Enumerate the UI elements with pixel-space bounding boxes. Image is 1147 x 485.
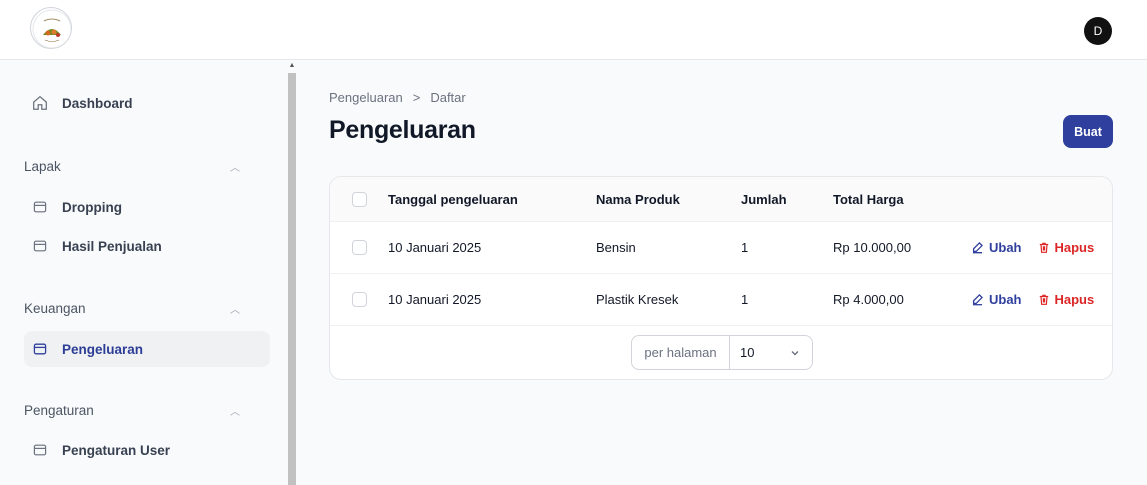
sidebar-item-pengaturan-user[interactable]: Pengaturan User [24,432,270,468]
table-header-row: Tanggal pengeluaran Nama Produk Jumlah T… [330,177,1112,222]
sidebar-item-label: Pengaturan User [62,442,171,458]
chevron-up-icon: ︿ [230,304,240,316]
breadcrumb-current: Daftar [430,90,466,105]
sidebar-item-label: Dropping [62,199,122,215]
sidebar-item-dropping[interactable]: Dropping [24,189,270,225]
archive-icon [30,440,50,460]
chevron-down-icon [791,350,799,355]
edit-icon [972,294,983,306]
row-checkbox[interactable] [352,240,367,255]
archive-icon [30,197,50,217]
cell-qty: 1 [741,240,749,255]
row-select-cell [352,222,367,273]
per-page-label: per halaman [632,336,730,369]
select-all-cell [352,177,367,221]
scrollbar-thumb[interactable] [288,73,296,485]
sidebar-item-label: Hasil Penjualan [62,238,162,254]
data-table: Tanggal pengeluaran Nama Produk Jumlah T… [329,176,1113,380]
edit-button[interactable]: Ubah [971,240,1022,255]
sidebar-item-dashboard[interactable]: Dashboard [24,85,270,121]
brand-logo[interactable] [30,7,72,49]
edit-label: Ubah [989,292,1022,307]
row-checkbox[interactable] [352,292,367,307]
sidebar-group-pengaturan[interactable]: Pengaturan ︿ [24,400,270,420]
sidebar-group-keuangan[interactable]: Keuangan ︿ [24,298,270,318]
delete-button[interactable]: Hapus [1038,292,1095,307]
cell-date: 10 Januari 2025 [388,240,482,255]
group-label: Keuangan [24,300,86,316]
row-select-cell [352,274,367,325]
select-all-checkbox[interactable] [352,191,367,207]
trash-icon [1039,242,1048,253]
edit-button[interactable]: Ubah [971,292,1022,307]
home-icon [30,93,50,113]
user-avatar[interactable]: D [1084,17,1112,45]
sidebar: Dashboard Lapak ︿ Dropping Hasil Penjual… [0,61,286,485]
cell-product: Plastik Kresek [596,292,679,307]
breadcrumb-separator: > [412,90,421,105]
sidebar-item-label: Pengeluaran [62,341,144,357]
column-header[interactable]: Total Harga [833,177,904,221]
breadcrumb: Pengeluaran > Daftar [329,90,466,105]
per-page-select[interactable]: 10 [730,336,812,369]
table-row: 10 Januari 2025 Bensin 1 Rp 10.000,00 Ub… [330,222,1112,274]
table-row: 10 Januari 2025 Plastik Kresek 1 Rp 4.00… [330,274,1112,326]
sidebar-item-hasil-penjualan[interactable]: Hasil Penjualan [24,228,270,264]
scroll-up-arrow-icon[interactable]: ▲ [288,61,296,71]
cell-product: Bensin [596,240,636,255]
page-title: Pengeluaran [329,116,476,144]
archive-icon [30,236,50,256]
per-page-value: 10 [740,345,755,360]
create-button[interactable]: Buat [1063,115,1113,148]
column-header[interactable]: Jumlah [741,177,787,221]
row-actions: Ubah Hapus [971,222,1094,273]
delete-label: Hapus [1054,240,1095,255]
cell-total: Rp 4.000,00 [833,292,904,307]
sidebar-scrollbar[interactable]: ▲ [286,61,298,485]
delete-label: Hapus [1054,292,1095,307]
breadcrumb-parent[interactable]: Pengeluaran [329,90,403,105]
archive-icon [30,339,50,359]
cell-total: Rp 10.000,00 [833,240,912,255]
group-label: Lapak [24,158,61,174]
chevron-up-icon: ︿ [230,162,240,174]
row-actions: Ubah Hapus [971,274,1094,325]
cell-date: 10 Januari 2025 [388,292,482,307]
group-label: Pengaturan [24,402,94,418]
chevron-up-icon: ︿ [230,406,240,418]
edit-icon [972,242,983,254]
delete-button[interactable]: Hapus [1038,240,1095,255]
column-header[interactable]: Nama Produk [596,177,680,221]
trash-icon [1039,294,1048,305]
per-page-selector: per halaman 10 [631,335,813,370]
edit-label: Ubah [989,240,1022,255]
column-header[interactable]: Tanggal pengeluaran [388,177,518,221]
top-bar: D [0,0,1147,60]
sidebar-item-label: Dashboard [62,95,133,111]
sidebar-item-pengeluaran[interactable]: Pengeluaran [24,331,270,367]
cell-qty: 1 [741,292,749,307]
sidebar-group-lapak[interactable]: Lapak ︿ [24,156,270,176]
